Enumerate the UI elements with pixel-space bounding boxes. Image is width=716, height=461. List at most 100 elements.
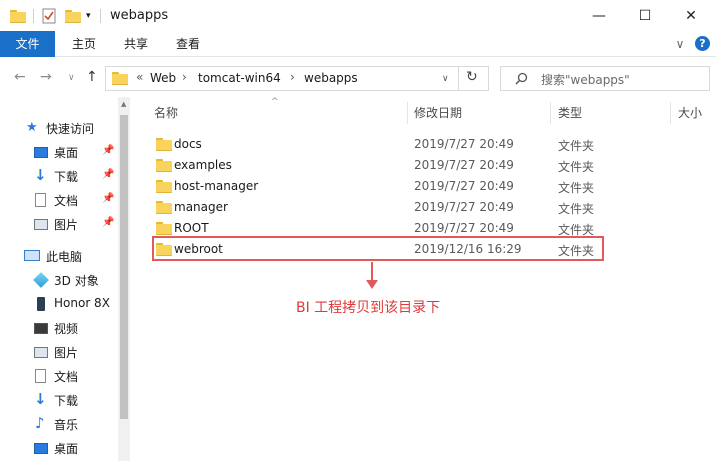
file-type: 文件夹 (558, 160, 595, 174)
nav-label: 文档 (54, 194, 79, 208)
file-name: ROOT (174, 221, 209, 235)
address-dropdown-icon[interactable]: ∨ (442, 74, 449, 84)
nav-label: 下载 (54, 394, 79, 408)
search-placeholder: 搜索"webapps" (541, 73, 630, 87)
nav-scrollbar[interactable]: ▲ (118, 97, 130, 461)
file-date: 2019/7/27 20:49 (414, 221, 514, 235)
document-icon (35, 369, 46, 383)
phone-icon (37, 297, 45, 311)
folder-icon (10, 7, 26, 25)
nav-desktop-quick[interactable]: 桌面 📌 (0, 140, 118, 164)
divider (100, 9, 101, 23)
maximize-button[interactable]: ☐ (622, 0, 668, 31)
file-name: docs (174, 137, 202, 151)
music-icon: ♪ (35, 414, 45, 432)
nav-desktop[interactable]: 桌面 (0, 436, 118, 460)
nav-downloads[interactable]: ↓ 下载 (0, 388, 118, 412)
download-icon: ↓ (34, 390, 47, 408)
nav-documents-quick[interactable]: 文档 📌 (0, 188, 118, 212)
divider (458, 67, 459, 90)
tab-file[interactable]: 文件 (0, 31, 55, 57)
column-divider[interactable] (407, 102, 408, 124)
search-icon (515, 72, 528, 85)
nav-downloads-quick[interactable]: ↓ 下载 📌 (0, 164, 118, 188)
breadcrumb-webapps[interactable]: webapps (304, 71, 358, 85)
recent-locations-button[interactable]: ∨ (68, 73, 75, 83)
sort-indicator-icon: ^ (271, 97, 279, 107)
title-bar: ▾ webapps — ☐ ✕ (0, 0, 716, 31)
nav-pictures[interactable]: 图片 (0, 340, 118, 364)
properties-icon[interactable] (42, 7, 56, 25)
close-button[interactable]: ✕ (668, 0, 714, 31)
refresh-button[interactable]: ↻ (466, 69, 478, 85)
breadcrumb-overflow[interactable]: « (136, 70, 143, 84)
search-input[interactable]: 搜索"webapps" (500, 66, 710, 91)
folder-icon (156, 180, 172, 193)
column-divider[interactable] (550, 102, 551, 124)
pin-icon[interactable]: 📌 (102, 193, 114, 204)
minimize-button[interactable]: — (576, 0, 622, 31)
folder-icon (156, 222, 172, 235)
desktop-icon (34, 443, 48, 454)
nav-videos[interactable]: 视频 (0, 316, 118, 340)
forward-button[interactable]: → (40, 69, 52, 85)
file-row[interactable]: manager 2019/7/27 20:49 文件夹 (152, 197, 607, 218)
breadcrumb-separator: › (182, 70, 187, 84)
picture-icon (34, 219, 48, 230)
breadcrumb-separator: › (290, 70, 295, 84)
annotation-arrow (371, 262, 373, 282)
up-button[interactable]: ↑ (86, 69, 98, 85)
download-icon: ↓ (34, 166, 47, 184)
column-size[interactable]: 大小 (678, 104, 702, 121)
file-row[interactable]: host-manager 2019/7/27 20:49 文件夹 (152, 176, 607, 197)
pin-icon[interactable]: 📌 (102, 145, 114, 156)
nav-quick-access[interactable]: ★ 快速访问 (0, 116, 118, 140)
nav-label: Honor 8X (54, 296, 110, 310)
column-name[interactable]: 名称 (154, 104, 178, 121)
help-icon[interactable]: ? (695, 36, 710, 51)
nav-3d-objects[interactable]: 3D 对象 (0, 268, 118, 292)
column-type[interactable]: 类型 (558, 104, 582, 121)
back-button[interactable]: ← (14, 69, 26, 85)
computer-icon (24, 250, 40, 261)
highlight-box (152, 236, 604, 261)
file-type: 文件夹 (558, 181, 595, 195)
nav-label: 快速访问 (46, 122, 95, 136)
file-row[interactable]: docs 2019/7/27 20:49 文件夹 (152, 134, 607, 155)
scrollbar-thumb[interactable] (120, 115, 128, 419)
file-row[interactable]: examples 2019/7/27 20:49 文件夹 (152, 155, 607, 176)
folder-icon (156, 138, 172, 151)
address-bar[interactable]: « Web › tomcat-win64 › webapps ∨ ↻ (105, 66, 489, 91)
scroll-up-icon[interactable]: ▲ (121, 100, 126, 108)
nav-documents[interactable]: 文档 (0, 364, 118, 388)
nav-label: 此电脑 (46, 250, 83, 264)
tab-home[interactable]: 主页 (62, 31, 106, 57)
file-list: ^ 名称 修改日期 类型 大小 docs 2019/7/27 20:49 文件夹… (134, 97, 716, 461)
column-divider[interactable] (670, 102, 671, 124)
tab-view[interactable]: 查看 (166, 31, 210, 57)
nav-label: 图片 (54, 218, 79, 232)
pin-icon[interactable]: 📌 (102, 169, 114, 180)
customize-toolbar-icon[interactable]: ▾ (86, 7, 91, 25)
divider (33, 9, 34, 23)
breadcrumb-web[interactable]: Web (150, 71, 176, 85)
column-date[interactable]: 修改日期 (414, 104, 462, 121)
tab-share[interactable]: 共享 (114, 31, 158, 57)
nav-label: 音乐 (54, 418, 79, 432)
new-folder-icon[interactable] (65, 7, 81, 25)
star-icon: ★ (26, 120, 38, 135)
nav-phone[interactable]: Honor 8X (0, 292, 118, 316)
file-type: 文件夹 (558, 202, 595, 216)
nav-music[interactable]: ♪ 音乐 (0, 412, 118, 436)
expand-ribbon-icon[interactable]: ∨ (672, 31, 688, 57)
nav-this-pc[interactable]: 此电脑 (0, 244, 118, 268)
breadcrumb-tomcat[interactable]: tomcat-win64 (198, 71, 281, 85)
nav-label: 桌面 (54, 146, 79, 160)
navigation-pane: ★ 快速访问 桌面 📌 ↓ 下载 📌 文档 📌 图片 📌 此电脑 3D 对象 H… (0, 97, 130, 461)
nav-pictures-quick[interactable]: 图片 📌 (0, 212, 118, 236)
file-date: 2019/7/27 20:49 (414, 200, 514, 214)
arrow-head-icon (366, 280, 378, 289)
pin-icon[interactable]: 📌 (102, 217, 114, 228)
nav-label: 图片 (54, 346, 79, 360)
folder-icon (156, 159, 172, 172)
